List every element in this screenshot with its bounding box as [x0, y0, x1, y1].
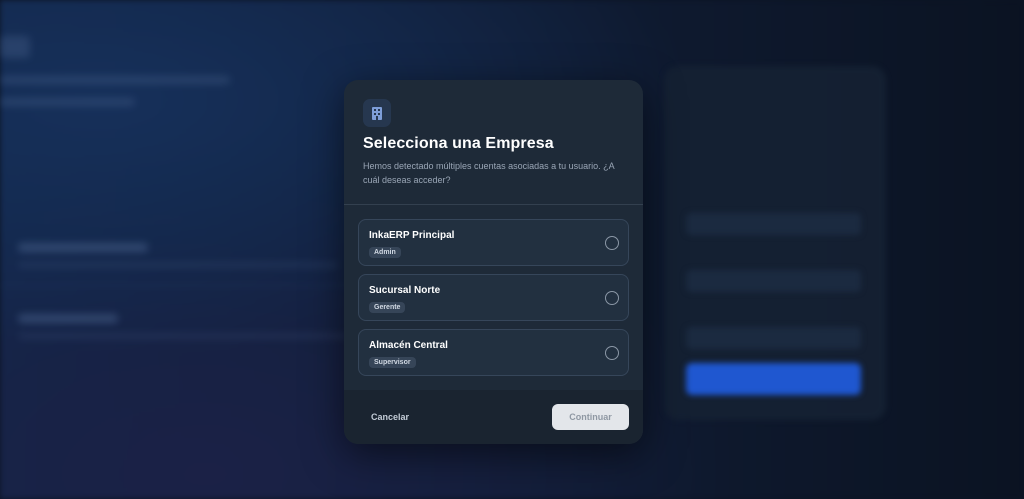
company-options-list: InkaERP Principal Admin Sucursal Norte G… [344, 205, 643, 376]
modal-footer: Cancelar Continuar [344, 390, 643, 444]
cancel-button[interactable]: Cancelar [371, 412, 409, 422]
radio-button[interactable] [605, 346, 619, 360]
building-icon [363, 99, 391, 127]
company-name: Almacén Central [369, 340, 448, 351]
modal-title: Selecciona una Empresa [363, 135, 554, 152]
company-select-modal: Selecciona una Empresa Hemos detectado m… [344, 80, 643, 444]
company-option[interactable]: Almacén Central Supervisor [358, 329, 629, 376]
role-badge: Admin [369, 247, 401, 258]
background-field [686, 213, 861, 235]
company-name: Sucursal Norte [369, 285, 441, 296]
background-field [686, 327, 861, 349]
background-field [686, 270, 861, 292]
role-badge: Supervisor [369, 357, 416, 368]
continue-button[interactable]: Continuar [552, 404, 629, 430]
company-option[interactable]: Sucursal Norte Gerente [358, 274, 629, 321]
company-name: InkaERP Principal [369, 230, 455, 241]
background-login-button [686, 363, 861, 395]
radio-button[interactable] [605, 236, 619, 250]
company-option[interactable]: InkaERP Principal Admin [358, 219, 629, 266]
modal-subtitle: Hemos detectado múltiples cuentas asocia… [363, 161, 615, 185]
radio-button[interactable] [605, 291, 619, 305]
modal-header: Selecciona una Empresa Hemos detectado m… [344, 80, 643, 204]
role-badge: Gerente [369, 302, 406, 313]
